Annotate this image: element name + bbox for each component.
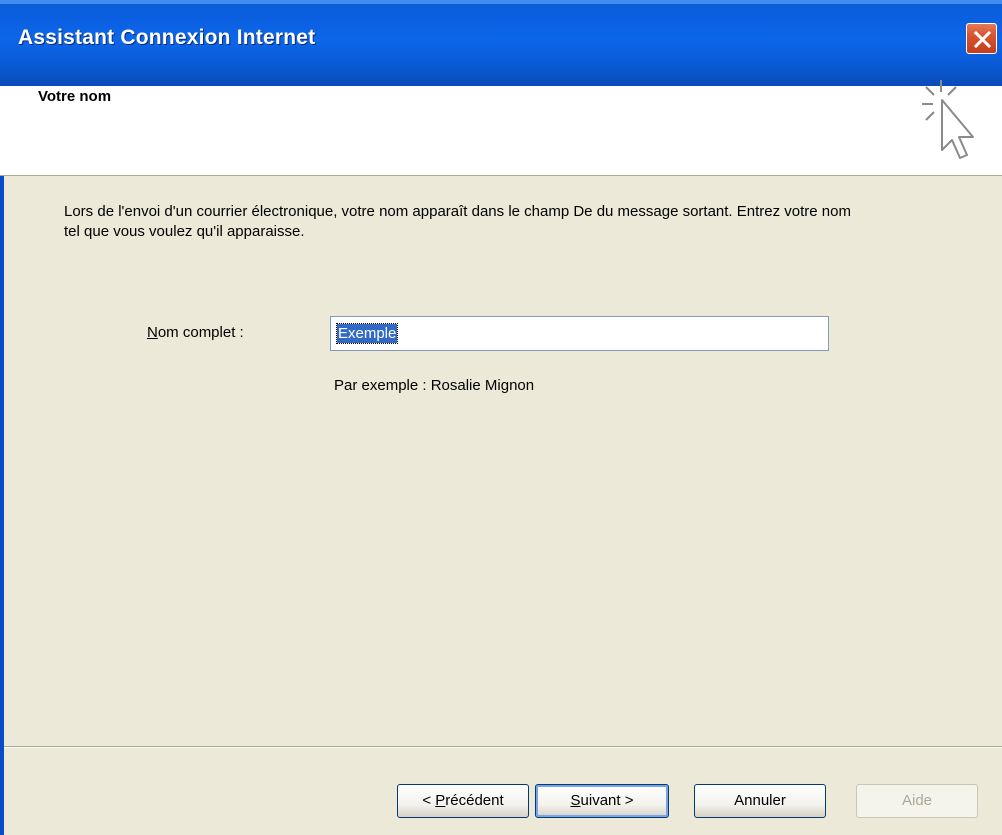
previous-button[interactable]: < Précédent [397,784,529,818]
title-bar[interactable]: Assistant Connexion Internet [0,0,1002,86]
previous-button-label: récédent [445,792,504,809]
full-name-input[interactable]: Exemple [330,316,829,351]
full-name-label-mnemonic: N [147,324,158,341]
next-button-label: uivant > [580,792,634,809]
full-name-label: Nom complet : [147,324,244,341]
page-title: Votre nom [38,88,112,105]
window-left-border [0,86,4,835]
full-name-value: Exemple [335,323,399,344]
cancel-button[interactable]: Annuler [694,784,826,818]
close-icon [973,30,992,49]
next-button-mnemonic: S [570,792,581,809]
footer-separator [4,746,1002,748]
example-hint: Par exemple : Rosalie Mignon [334,377,535,394]
next-button[interactable]: Suivant > [535,784,669,818]
window-title: Assistant Connexion Internet [18,26,316,49]
wizard-window: Assistant Connexion Internet Votre nom L… [0,0,1002,835]
previous-button-prefix: < [422,792,436,809]
close-button[interactable] [966,23,997,54]
wizard-header [0,86,1002,176]
help-button[interactable]: Aide [856,784,978,818]
full-name-label-text: om complet : [157,324,244,341]
previous-button-mnemonic: P [435,792,446,809]
instructions-text: Lors de l'envoi d'un courrier électroniq… [64,203,851,240]
wizard-cursor-icon [920,78,982,174]
